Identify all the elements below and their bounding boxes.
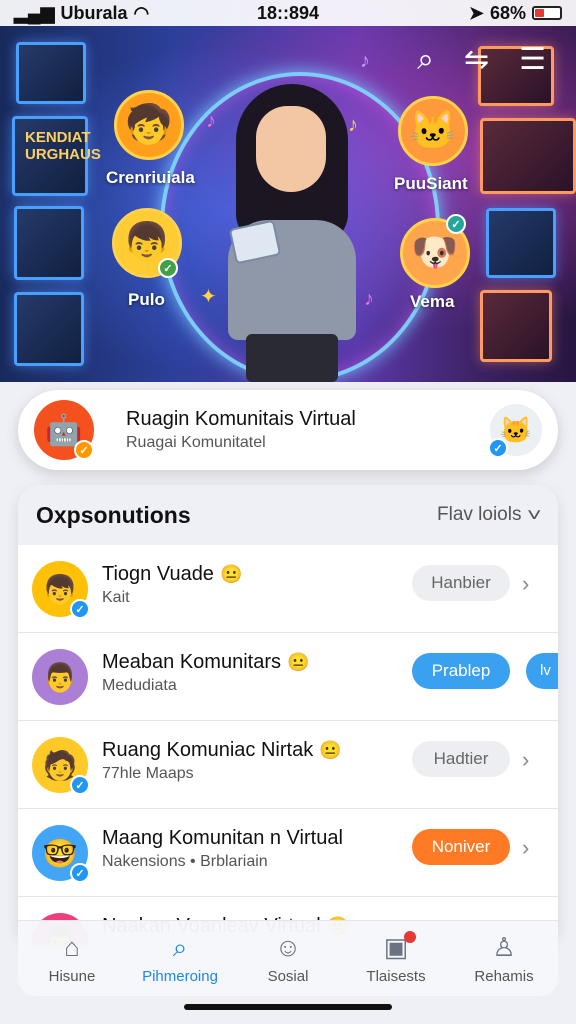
chevron-down-icon: ˅ <box>527 504 543 525</box>
panel-header: Oxpsonutions Flav loiols ˅ <box>18 485 558 545</box>
hero-actions: ⌕ ⇋ ☰ <box>417 44 546 76</box>
list-item-subtitle: Nakensions • Brblariain <box>102 853 268 870</box>
panel-title: Oxpsonutions <box>36 501 191 528</box>
chevron-right-icon[interactable]: › <box>522 835 529 861</box>
battery-percent: 68% <box>489 2 526 23</box>
hero-avatar-right-top[interactable]: 🐱 <box>398 96 468 166</box>
verified-icon: ✓ <box>70 599 90 619</box>
community-banner[interactable]: 🤖 ✓ Ruagin Komunitais Virtual Ruagai Kom… <box>18 390 558 470</box>
communities-panel: Oxpsonutions Flav loiols ˅ 👦 ✓ Tiogn Vua… <box>18 485 558 945</box>
notification-dot <box>404 931 416 943</box>
music-note-icon: ♪ <box>364 288 374 310</box>
join-button[interactable]: Hadtier <box>412 741 510 777</box>
nav-label: Sosial <box>267 968 309 985</box>
wifi-icon: ◠ <box>133 2 150 23</box>
nav-home[interactable]: ⌂ Hisune <box>18 921 126 996</box>
check-icon: ✓ <box>158 258 178 278</box>
chevron-right-icon[interactable]: › <box>522 571 529 597</box>
list-item-title: Meaban Komunitars 😐 <box>102 651 310 673</box>
sparkle-icon: ✦ <box>200 286 217 308</box>
emoji-icon: 😐 <box>319 740 342 760</box>
wall-frame <box>480 290 552 362</box>
avatar: 👦 ✓ <box>32 561 90 619</box>
wall-frame <box>16 42 86 104</box>
home-icon: ⌂ <box>64 932 80 962</box>
banner-subtitle: Ruagai Komunitatel <box>126 434 266 451</box>
wall-frame <box>14 206 84 280</box>
status-bar: ▂▄▆ Uburala ◠ 18::894 ➤ 68% <box>0 0 576 26</box>
hero-label-right-top: PuuSiant <box>394 174 468 193</box>
banner-title: Ruagin Komunitais Virtual <box>126 408 356 430</box>
check-icon: ✓ <box>74 440 94 460</box>
nav-profile[interactable]: ♙ Rehamis <box>450 921 558 996</box>
hero-illustration: KENDIAT URGHAUS 🧒 Crenriuiala 👦 ✓ Pulo 🐱… <box>0 0 576 382</box>
avatar: 🧑 ✓ <box>32 737 90 795</box>
music-note-icon: ♪ <box>348 114 358 136</box>
bottom-nav: ⌂ Hisune ⌕ Pihmeroing ☺ Sosial ▣ Tlaises… <box>18 920 558 996</box>
join-button[interactable]: Prablep <box>412 653 510 689</box>
verified-icon: ✓ <box>70 775 90 795</box>
nav-label: Rehamis <box>474 968 534 985</box>
list-item-title: Ruang Komuniac Nirtak 😐 <box>102 739 342 761</box>
wall-frame <box>486 208 556 278</box>
menu-icon[interactable]: ☰ <box>519 44 546 76</box>
check-icon: ✓ <box>446 214 466 234</box>
list-item[interactable]: 👦 ✓ Tiogn Vuade 😐 Kait Hanbier › <box>18 545 558 633</box>
list-item[interactable]: 🧑 ✓ Ruang Komuniac Nirtak 😐 77hle Maaps H… <box>18 721 558 809</box>
hero-person <box>222 84 362 382</box>
filter-label: Flav loiols <box>437 504 522 525</box>
panel-filter-dropdown[interactable]: Flav loiols ˅ <box>437 504 543 526</box>
wall-poster: KENDIAT URGHAUS <box>12 116 101 196</box>
search-icon: ⌕ <box>172 932 188 962</box>
avatar: 🤓 ✓ <box>32 825 90 883</box>
profile-icon: ♙ <box>492 932 516 962</box>
chevron-right-icon[interactable]: › <box>522 747 529 773</box>
list-item-subtitle: Kait <box>102 589 130 606</box>
home-indicator <box>184 1004 392 1010</box>
avatar: 👨 <box>32 649 88 705</box>
join-button[interactable]: Noniver <box>412 829 510 865</box>
hero-label-left-top: Crenriuiala <box>106 168 195 187</box>
music-note-icon: ♪ <box>206 110 216 132</box>
location-icon: ➤ <box>468 2 484 23</box>
list-item-title: Maang Komunitan n Virtual <box>102 827 343 849</box>
hero-avatar-left-top[interactable]: 🧒 <box>114 90 184 160</box>
carrier-name: Uburala <box>60 2 128 23</box>
emoji-icon: 😐 <box>286 652 310 672</box>
hero-label-right-bottom: Vema <box>410 292 455 311</box>
nav-social[interactable]: ☺ Sosial <box>234 921 342 996</box>
check-icon: ✓ <box>488 438 508 458</box>
verified-icon: ✓ <box>70 863 90 883</box>
nav-label: Tlaisests <box>366 968 426 985</box>
extra-button[interactable]: lv <box>526 653 558 689</box>
poster-text: KENDIAT URGHAUS <box>25 129 101 163</box>
emoji-icon: 😐 <box>219 564 243 584</box>
nav-explore[interactable]: ⌕ Pihmeroing <box>126 921 234 996</box>
search-icon[interactable]: ⌕ <box>417 44 434 76</box>
signal-icon: ▂▄▆ <box>14 2 55 23</box>
hero-label-left-bottom: Pulo <box>128 290 165 309</box>
banner-avatar-secondary[interactable]: 🐱 ✓ <box>488 404 542 458</box>
wall-frame <box>14 292 84 366</box>
status-time: 18::894 <box>256 2 320 23</box>
smiley-icon: ☺ <box>274 932 302 962</box>
list-item-subtitle: 77hle Maaps <box>102 765 194 782</box>
music-note-icon: ♪ <box>360 50 370 72</box>
nav-label: Hisune <box>48 968 96 985</box>
battery-icon <box>532 6 562 20</box>
banner-avatar: 🤖 ✓ <box>34 400 94 460</box>
list-item[interactable]: 🤓 ✓ Maang Komunitan n Virtual Nakensions… <box>18 809 558 897</box>
list-item[interactable]: 👨 Meaban Komunitars 😐 Medudiata Prablep l… <box>18 633 558 721</box>
filter-icon[interactable]: ⇋ <box>464 44 489 76</box>
join-button[interactable]: Hanbier <box>412 565 510 601</box>
nav-tickets[interactable]: ▣ Tlaisests <box>342 921 450 996</box>
list-item-subtitle: Medudiata <box>102 677 177 694</box>
nav-label: Pihmeroing <box>142 968 218 985</box>
wall-frame <box>480 118 576 194</box>
list-item-title: Tiogn Vuade 😐 <box>102 563 243 585</box>
